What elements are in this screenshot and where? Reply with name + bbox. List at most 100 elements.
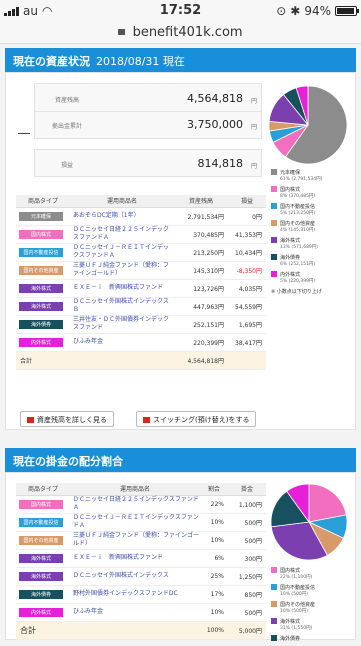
fund-link[interactable]: ＤＣニッセイ外国株式インデックスＢ	[70, 297, 174, 316]
fund-link[interactable]: ＤＣニッセイ外国株式インデックス	[70, 567, 200, 586]
battery-percent: 94%	[304, 4, 331, 18]
col-balance: 資産残高	[174, 195, 228, 208]
pct-cell: 22%	[200, 495, 228, 514]
balance-cell: 220,399円	[174, 333, 228, 352]
pct-cell: 25%	[200, 567, 228, 586]
asset-legend: 元本確保 61% (2,791,534円) 国内株式 8% (370,485円) 国内不…	[271, 169, 353, 295]
amount-cell: 850円	[228, 585, 266, 604]
table-row: 国内不動産投信 ＤＣニッセイＪ－ＲＥＩＴインデックスファンドＡ 10% 500円	[16, 513, 266, 532]
alloc-total-pct: 100%	[200, 621, 228, 640]
table-row: 内外株式 ひふみ年金 220,399円 38,417円	[16, 333, 266, 352]
table-row: 国内不動産投信 ＤＣニッセイＪ－ＲＥＩＴインデックスファンドＡ 213,250円 10…	[16, 243, 266, 262]
alloc-total-row: 合計 100% 5,000円	[16, 621, 266, 640]
fund-link[interactable]: ＤＣニッセイ日経２２５インデックスファンドＡ	[70, 495, 200, 514]
table-row: 海外株式 ＥＸＥ－ｉ 新興国株式ファンド 123,726円 4,035円	[16, 279, 266, 298]
balance-unit: 円	[250, 98, 257, 105]
total-label: 合計	[16, 351, 174, 370]
legend-item: 国内株式 22% (1,100円)	[271, 567, 353, 580]
gain-cell: 4,035円	[228, 279, 266, 298]
legend-swatch	[271, 169, 277, 175]
lock-icon	[118, 29, 126, 35]
table-row: 海外株式 ＤＣニッセイ外国株式インデックス 25% 1,250円	[16, 567, 266, 586]
table-row: 海外債券 野村外国債券インデックスファンドDC 17% 850円	[16, 585, 266, 604]
table-row: 国内株式 ＤＣニッセイ日経２２５インデックスファンドＡ 370,485円 41,353…	[16, 225, 266, 244]
type-badge: 国内その他資産	[19, 265, 63, 275]
contrib-row: 拠出金累計 3,750,000 円	[35, 112, 261, 138]
balance-cell: 370,485円	[174, 225, 228, 244]
assets-section-header: 現在の資産状況 2018/08/31 現在	[5, 48, 356, 72]
legend-item: 国内株式 8% (370,485円)	[271, 186, 353, 199]
legend-item: 元本確保 61% (2,791,534円)	[271, 169, 353, 182]
assets-table-header: 商品タイプ 運用商品名 資産残高 損益	[16, 195, 266, 208]
minus-sign	[18, 133, 30, 134]
type-badge: 国内不動産投信	[19, 247, 63, 257]
amount-cell: 500円	[228, 531, 266, 550]
type-badge: 国内不動産投信	[19, 517, 63, 527]
alloc-table: 商品タイプ 運用商品名 割合 掛金 国内株式 ＤＣニッセイ日経２２５インデックスフ…	[16, 483, 266, 640]
fund-link[interactable]: ＤＣニッセイ日経２２５インデックスファンドＡ	[70, 225, 174, 244]
assets-total-row: 合計 4,564,818円	[16, 351, 266, 370]
gain-label: 損益	[60, 162, 73, 169]
balance-cell: 145,310円	[174, 261, 228, 280]
legend-sub: 31% (1,550円)	[280, 626, 313, 631]
gain-cell: 41,353円	[228, 225, 266, 244]
alloc-panel: 商品タイプ 運用商品名 割合 掛金 国内株式 ＤＣニッセイ日経２２５インデックスフ…	[5, 472, 356, 642]
legend-note: ※ 小数点以下切り上げ	[271, 289, 322, 295]
status-right: ⊙ ✱ 94%	[276, 4, 359, 18]
type-badge: 海外株式	[19, 301, 63, 311]
table-row: 海外株式 ＥＸＥ－ｉ 新興国株式ファンド 6% 300円	[16, 549, 266, 568]
legend-swatch	[271, 254, 277, 260]
amount-cell: 500円	[228, 513, 266, 532]
fund-link[interactable]: 三菱ＵＦＪ純金ファンド（愛称：ファインゴールド）	[70, 261, 174, 280]
detail-button[interactable]: 資産残高を詳しく見る	[20, 411, 114, 427]
legend-item: 海外株式 31% (1,550円)	[271, 618, 353, 631]
type-badge: 国内株式	[19, 499, 63, 509]
switch-button-label: スイッチング(預け替え)をする	[153, 416, 250, 424]
fund-link[interactable]: ひふみ年金	[70, 333, 174, 352]
contrib-unit: 円	[250, 124, 257, 131]
gain-cell: 10,434円	[228, 243, 266, 262]
table-row: 海外債券 三井住友・ＤＣ外国債券インデックスファンド 252,151円 1,695円	[16, 315, 266, 334]
status-bar: au ◠ 17:52 ⊙ ✱ 94%	[0, 0, 361, 22]
legend-swatch	[271, 584, 277, 590]
legend-swatch	[271, 567, 277, 573]
lock-rotation-icon: ⊙	[276, 4, 287, 18]
legend-item: 内外株式 5% (220,399円)	[271, 271, 353, 284]
type-badge: 海外債券	[19, 319, 63, 329]
alloc-table-body: 国内株式 ＤＣニッセイ日経２２５インデックスファンドＡ 22% 1,100円 国内不動産…	[16, 495, 266, 622]
video-icon	[143, 417, 150, 423]
assets-table-body: 元本確保 あおぞらDC定期（1年） 2,791,534円 0円 国内株式 ＤＣニッセイ日経…	[16, 207, 266, 352]
fund-link[interactable]: ＥＸＥ－ｉ 新興国株式ファンド	[70, 549, 200, 568]
legend-swatch	[271, 220, 277, 226]
fund-link[interactable]: ＤＣニッセイＪ－ＲＥＩＴインデックスファンドＡ	[70, 243, 174, 262]
fund-link[interactable]: 三菱ＵＦＪ純金ファンド（愛称：ファインゴールド）	[70, 531, 200, 550]
url-text[interactable]: benefit401k.com	[133, 25, 243, 40]
gain-cell: -8,350円	[228, 261, 266, 280]
col-pct: 割合	[200, 483, 228, 496]
legend-swatch	[271, 601, 277, 607]
fund-link[interactable]: あおぞらDC定期（1年）	[70, 207, 174, 226]
alloc-section-header: 現在の掛金の配分割合	[5, 448, 356, 472]
address-bar[interactable]: benefit401k.com	[0, 22, 361, 44]
alloc-table-header: 商品タイプ 運用商品名 割合 掛金	[16, 483, 266, 496]
fund-link[interactable]: 三井住友・ＤＣ外国債券インデックスファンド	[70, 315, 174, 334]
type-badge: 内外株式	[19, 337, 63, 347]
fund-link[interactable]: 野村外国債券インデックスファンドDC	[70, 585, 200, 604]
fund-link[interactable]: ＤＣニッセイＪ－ＲＥＩＴインデックスファンドＡ	[70, 513, 200, 532]
assets-table: 商品タイプ 運用商品名 資産残高 損益 元本確保 あおぞらDC定期（1年） 2,79…	[16, 195, 266, 370]
gain-value: 814,818	[197, 157, 244, 170]
balance-cell: 447,963円	[174, 297, 228, 316]
fund-link[interactable]: ひふみ年金	[70, 603, 200, 622]
type-badge: 海外株式	[19, 553, 63, 563]
legend-item: 国内不動産投信 10% (500円)	[271, 584, 353, 597]
col-type: 商品タイプ	[16, 483, 70, 496]
switch-button[interactable]: スイッチング(預け替え)をする	[136, 411, 257, 427]
balance-cell: 123,726円	[174, 279, 228, 298]
alloc-section-title: 現在の掛金の配分割合	[13, 455, 123, 468]
col-name: 運用商品名	[70, 195, 174, 208]
assets-section-title: 現在の資産状況	[13, 55, 90, 68]
fund-link[interactable]: ＥＸＥ－ｉ 新興国株式ファンド	[70, 279, 174, 298]
amount-cell: 1,250円	[228, 567, 266, 586]
balance-cell: 252,151円	[174, 315, 228, 334]
pct-cell: 10%	[200, 513, 228, 532]
